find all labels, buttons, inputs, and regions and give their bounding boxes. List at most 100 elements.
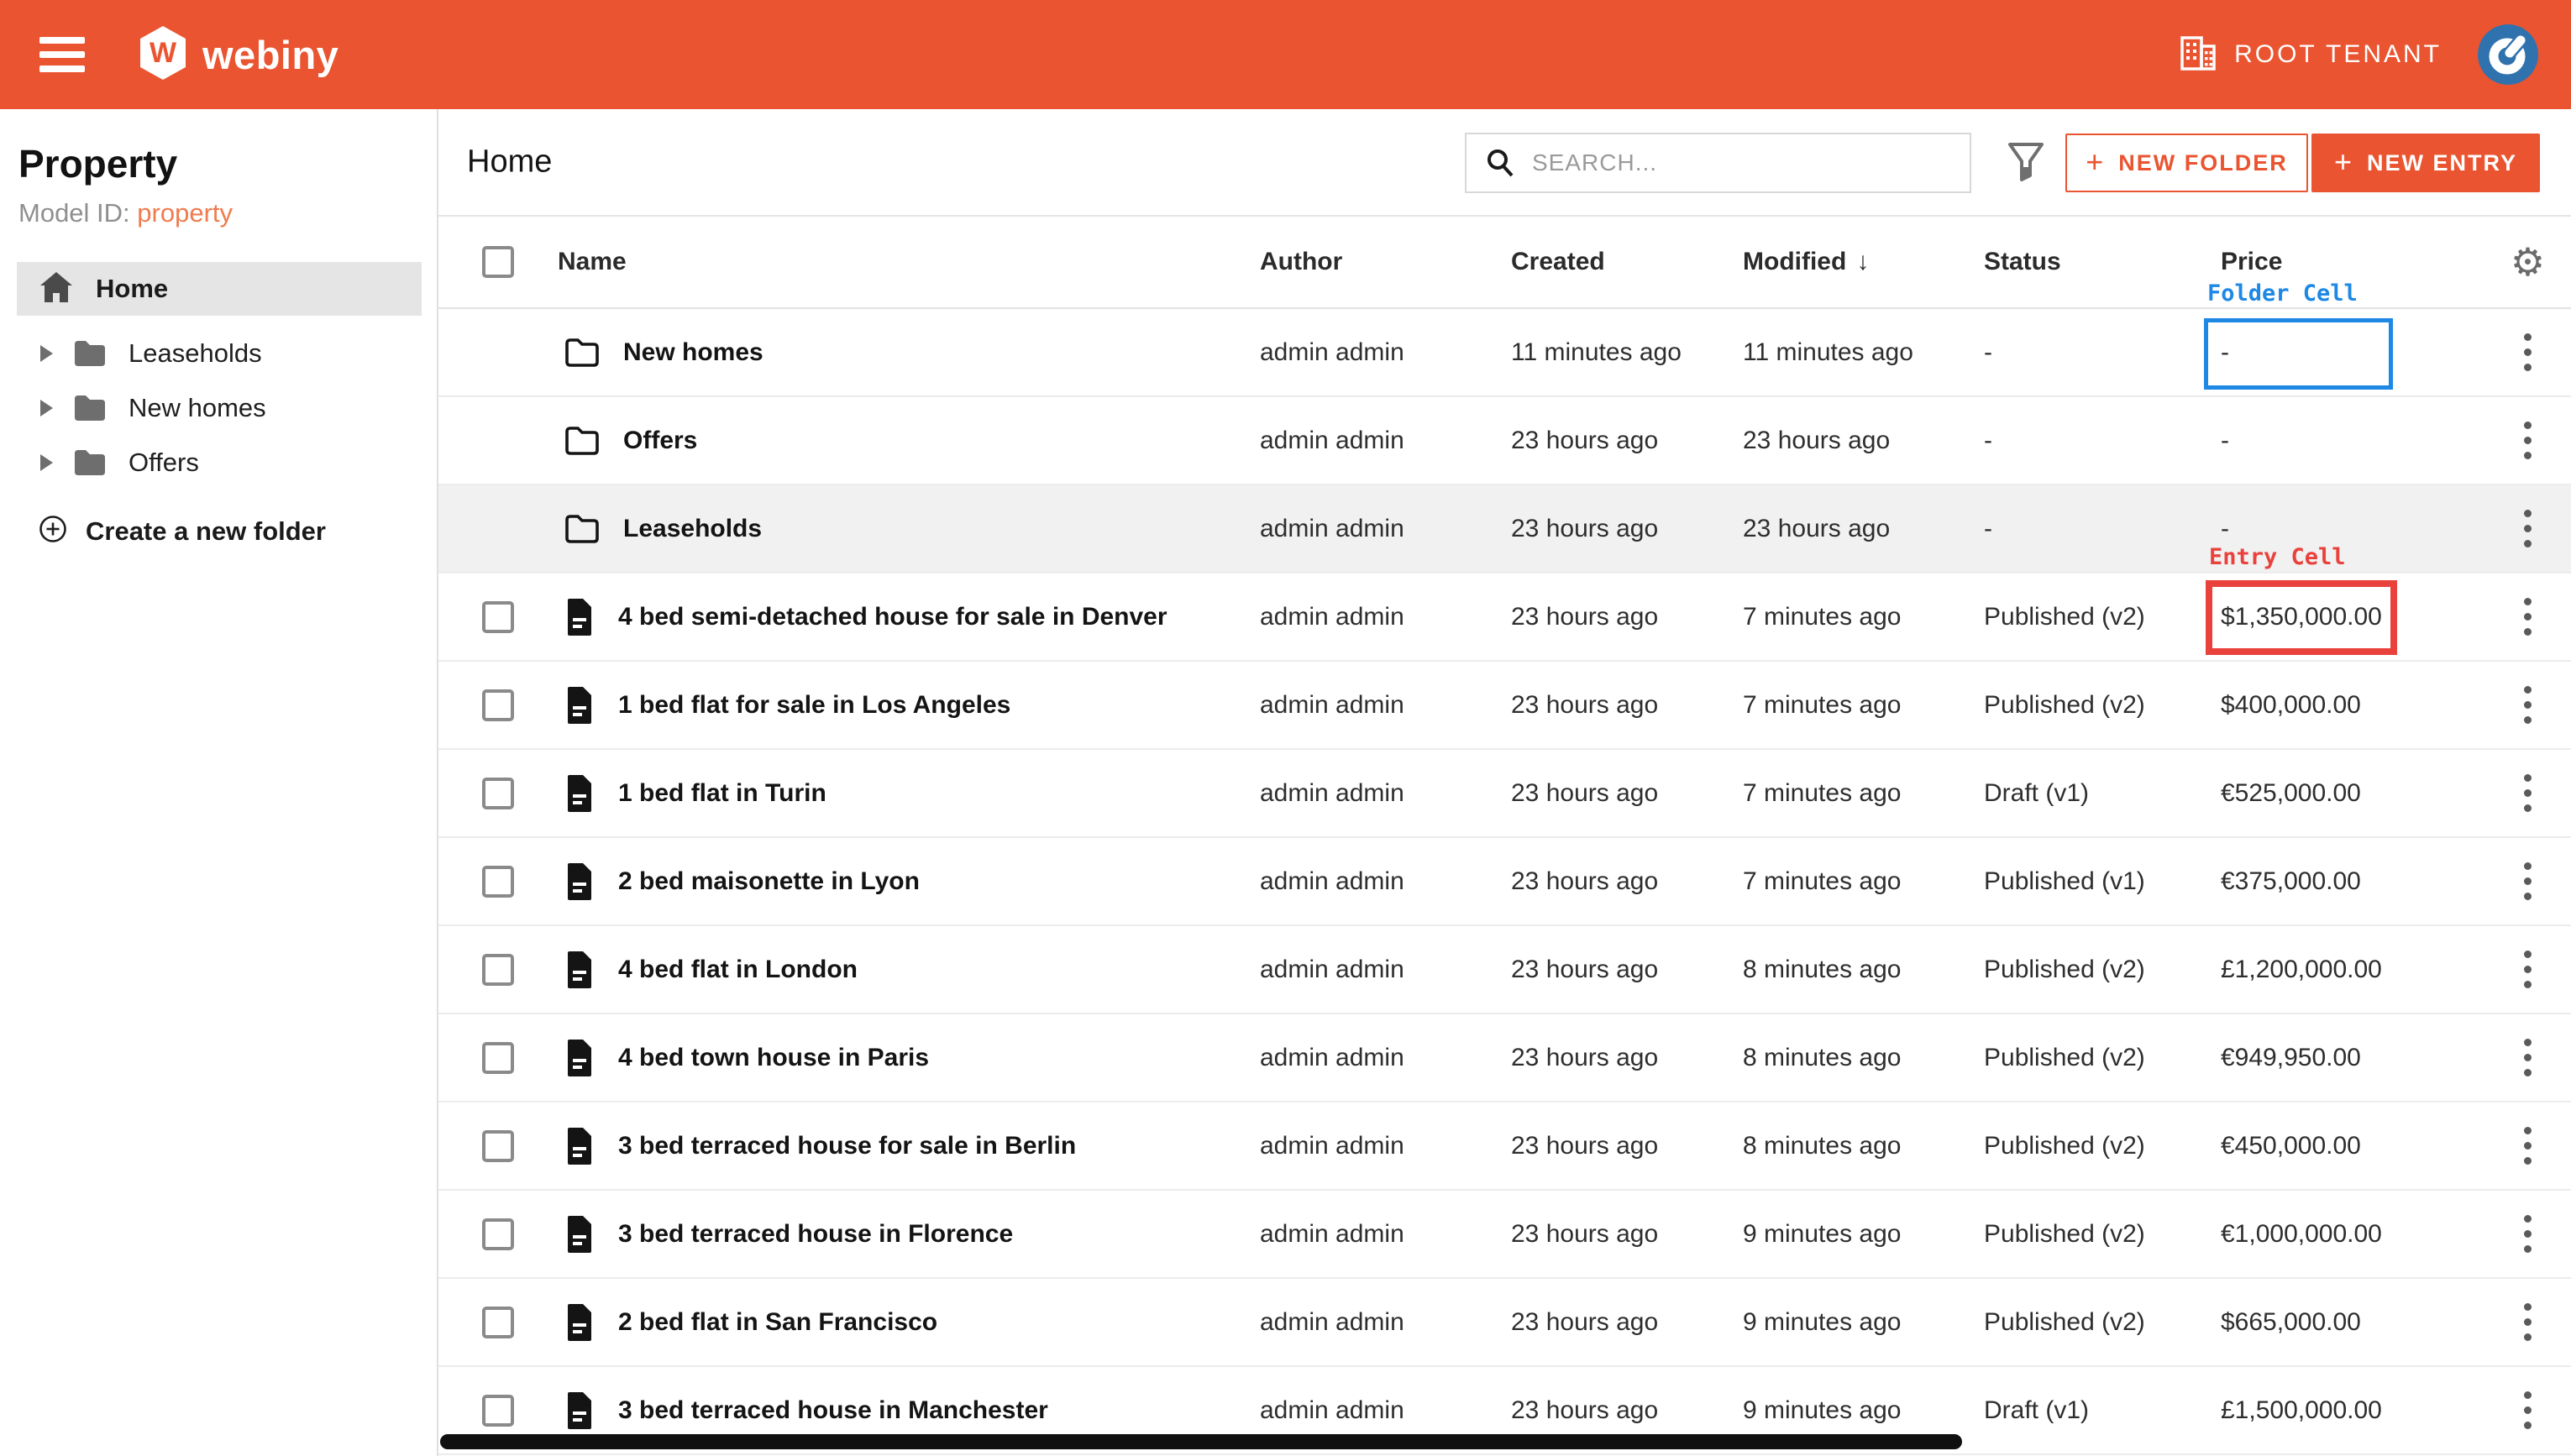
table-row[interactable]: 4 bed semi-detached house for sale in De… — [438, 573, 2571, 662]
row-status: Published (v2) — [1984, 1044, 2221, 1072]
table-settings-gear-icon[interactable]: ⚙ — [2511, 243, 2545, 281]
sidebar-item-leaseholds[interactable]: Leaseholds — [0, 326, 437, 380]
row-checkbox[interactable] — [482, 1218, 514, 1250]
row-created: 11 minutes ago — [1511, 338, 1743, 367]
row-menu-button[interactable] — [2516, 589, 2540, 644]
column-header-created[interactable]: Created — [1511, 248, 1743, 276]
name-cell: Offers — [558, 424, 1260, 458]
svg-text:W: W — [150, 37, 177, 69]
row-menu-button[interactable] — [2516, 1118, 2540, 1173]
column-header-modified[interactable]: Modified↓ — [1743, 248, 1984, 276]
table-row[interactable]: 2 bed flat in San Franciscoadmin admin23… — [438, 1279, 2571, 1367]
document-icon — [563, 950, 596, 990]
table-body: New homesadmin admin11 minutes ago11 min… — [438, 309, 2571, 1455]
row-menu-button[interactable] — [2516, 413, 2540, 468]
row-checkbox[interactable] — [482, 954, 514, 986]
row-status: - — [1984, 515, 2221, 543]
expand-caret-icon[interactable] — [40, 454, 53, 471]
row-created: 23 hours ago — [1511, 1220, 1743, 1249]
row-menu-button[interactable] — [2516, 1295, 2540, 1349]
name-cell: 4 bed semi-detached house for sale in De… — [558, 597, 1260, 637]
model-title: Property — [18, 141, 437, 186]
row-menu-button[interactable] — [2516, 325, 2540, 380]
row-price: €1,000,000.00 — [2221, 1220, 2484, 1249]
new-folder-button[interactable]: + NEW FOLDER — [2065, 134, 2308, 192]
sidebar-item-new-homes[interactable]: New homes — [0, 380, 437, 435]
table-row[interactable]: 3 bed terraced house for sale in Berlin a… — [438, 1102, 2571, 1191]
table-row[interactable]: 3 bed terraced house in Florenceadmin ad… — [438, 1191, 2571, 1279]
folder-icon — [563, 424, 601, 458]
column-header-price[interactable]: Price — [2221, 248, 2484, 276]
row-menu-button[interactable] — [2516, 1030, 2540, 1085]
folder-icon — [563, 336, 601, 369]
row-checkbox[interactable] — [482, 689, 514, 721]
row-menu-button[interactable] — [2516, 1383, 2540, 1438]
row-menu-button[interactable] — [2516, 1207, 2540, 1261]
webiny-logo[interactable]: W webiny — [137, 25, 338, 85]
row-checkbox[interactable] — [482, 601, 514, 633]
document-icon — [563, 773, 596, 814]
row-checkbox[interactable] — [482, 866, 514, 898]
tenant-selector[interactable]: ROOT TENANT — [2179, 34, 2442, 76]
content-area: Home + NEW FOLDER + NEW ENTRY Name Autho… — [438, 109, 2571, 1456]
row-name: 3 bed terraced house for sale in Berlin — [618, 1132, 1076, 1160]
row-menu-button[interactable] — [2516, 501, 2540, 556]
name-cell: Leaseholds — [558, 512, 1260, 546]
menu-icon[interactable] — [39, 37, 85, 72]
user-avatar[interactable] — [2477, 24, 2539, 86]
expand-caret-icon[interactable] — [40, 400, 53, 416]
table-row[interactable]: Leaseholdsadmin admin23 hours ago23 hour… — [438, 485, 2571, 573]
document-icon — [563, 862, 596, 902]
horizontal-scrollbar[interactable] — [440, 1434, 1962, 1449]
column-header-name[interactable]: Name — [558, 248, 1260, 276]
row-menu-button[interactable] — [2516, 942, 2540, 997]
table-row[interactable]: New homesadmin admin11 minutes ago11 min… — [438, 309, 2571, 397]
row-checkbox[interactable] — [482, 778, 514, 809]
sidebar-item-offers[interactable]: Offers — [0, 435, 437, 490]
column-header-status[interactable]: Status — [1984, 248, 2221, 276]
row-status: Draft (v1) — [1984, 1396, 2221, 1425]
row-menu-button[interactable] — [2516, 854, 2540, 909]
row-status: Published (v2) — [1984, 1132, 2221, 1160]
document-icon — [563, 1391, 596, 1431]
sidebar-item-label: Home — [96, 274, 168, 304]
row-name: 4 bed town house in Paris — [618, 1044, 929, 1072]
row-modified: 7 minutes ago — [1743, 691, 1984, 720]
expand-caret-icon[interactable] — [40, 345, 53, 362]
row-modified: 8 minutes ago — [1743, 1132, 1984, 1160]
sidebar-item-home[interactable]: Home — [17, 262, 422, 316]
webiny-hexagon-icon: W — [137, 25, 189, 85]
new-folder-label: NEW FOLDER — [2118, 150, 2288, 176]
row-checkbox[interactable] — [482, 1395, 514, 1427]
row-checkbox[interactable] — [482, 1042, 514, 1074]
plus-icon: + — [2086, 147, 2105, 177]
row-checkbox[interactable] — [482, 1130, 514, 1162]
row-modified: 8 minutes ago — [1743, 956, 1984, 984]
plus-circle-icon — [39, 515, 67, 547]
row-menu-button[interactable] — [2516, 678, 2540, 732]
column-header-author[interactable]: Author — [1260, 248, 1511, 276]
table-row[interactable]: 4 bed town house in Parisadmin admin23 h… — [438, 1014, 2571, 1102]
row-author: admin admin — [1260, 603, 1511, 631]
row-created: 23 hours ago — [1511, 515, 1743, 543]
create-folder-button[interactable]: Create a new folder — [0, 515, 437, 547]
row-author: admin admin — [1260, 1132, 1511, 1160]
new-entry-button[interactable]: + NEW ENTRY — [2311, 134, 2540, 192]
row-name: Offers — [623, 427, 697, 455]
row-checkbox[interactable] — [482, 1307, 514, 1338]
sidebar: Property Model ID: property Home Leaseho… — [0, 109, 438, 1456]
document-icon — [563, 597, 596, 637]
table-row[interactable]: 1 bed flat for sale in Los Angelesadmin … — [438, 662, 2571, 750]
row-menu-button[interactable] — [2516, 766, 2540, 820]
table-row[interactable]: 4 bed flat in Londonadmin admin23 hours … — [438, 926, 2571, 1014]
select-all-checkbox[interactable] — [482, 246, 514, 278]
row-status: - — [1984, 427, 2221, 455]
table-row[interactable]: 2 bed maisonette in Lyonadmin admin23 ho… — [438, 838, 2571, 926]
table-row[interactable]: Offersadmin admin23 hours ago23 hours ag… — [438, 397, 2571, 485]
table-row[interactable]: 1 bed flat in Turinadmin admin23 hours a… — [438, 750, 2571, 838]
row-author: admin admin — [1260, 867, 1511, 896]
search-input[interactable] — [1532, 149, 1958, 176]
row-status: Published (v2) — [1984, 691, 2221, 720]
row-price: $1,350,000.00 — [2221, 603, 2484, 631]
filter-button[interactable] — [1999, 134, 2053, 190]
